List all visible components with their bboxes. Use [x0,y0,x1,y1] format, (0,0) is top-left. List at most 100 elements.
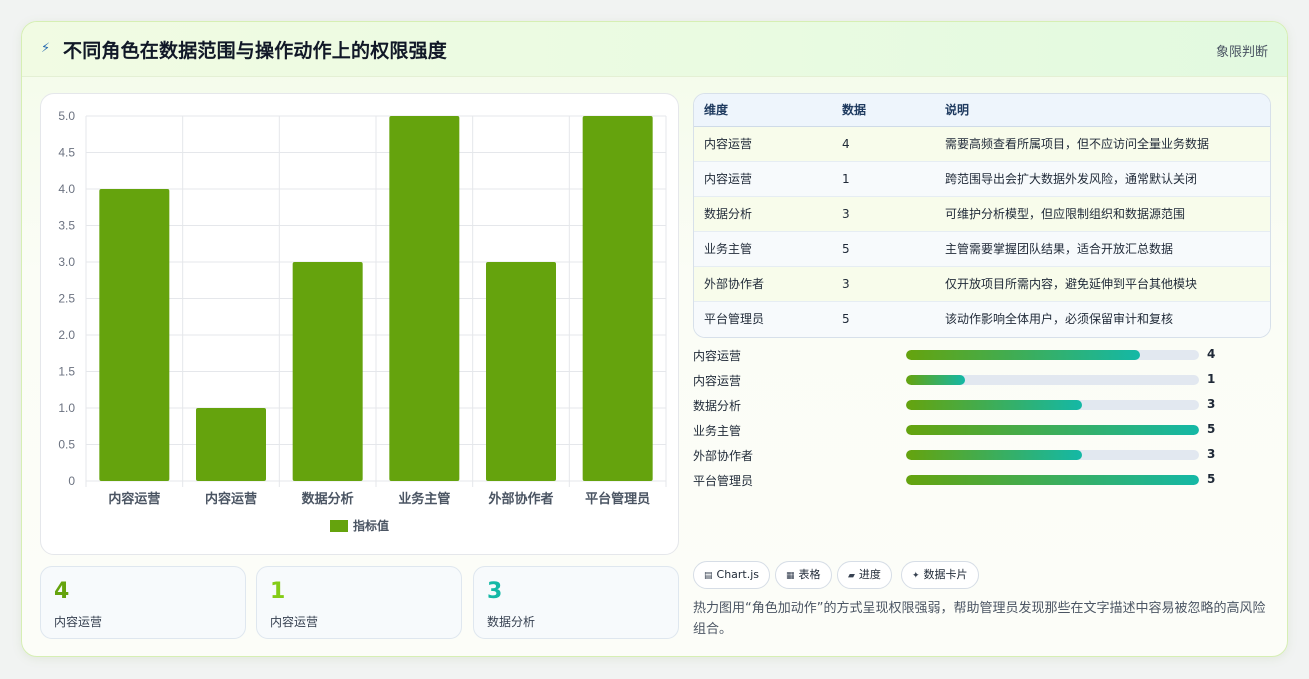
progress-track [906,475,1199,485]
x-tick-label: 数据分析 [302,491,354,506]
table-cell: 可维护分析模型，但应限制组织和数据源范围 [945,207,1186,221]
kpi-label: 数据分析 [487,615,536,629]
x-tick-label: 业务主管 [398,491,450,506]
chip-table[interactable]: ▦ 表格 [775,561,832,589]
table-row: 平台管理员 5 该动作影响全体用户，必须保留审计和复核 [694,302,1270,337]
y-tick-label: 4.5 [58,146,75,160]
progress-label: 业务主管 [693,424,742,438]
table-cell: 跨范围导出会扩大数据外发风险，通常默认关闭 [945,172,1198,186]
bar [486,262,556,481]
progress-row: 外部协作者 3 [693,445,1271,465]
y-tick-label: 1.5 [58,365,75,379]
sparkle-icon: ✦ [912,571,920,581]
y-tick-label: 3.5 [58,219,75,233]
chip-label: 表格 [798,568,821,581]
progress-value: 5 [1207,472,1216,486]
table-cell: 3 [842,277,850,291]
table-cell: 仅开放项目所需内容，避免延伸到平台其他模块 [945,277,1198,291]
table-header-cell: 维度 [704,103,729,117]
bolt-icon: ⚡ [41,41,51,56]
progress-track [906,375,1199,385]
table-header-cell: 说明 [945,103,970,117]
kpi-value: 4 [54,579,70,604]
table-cell: 1 [842,172,850,186]
progress-row: 数据分析 3 [693,395,1271,415]
progress-value: 5 [1207,422,1216,436]
progress-fill [906,350,1141,360]
kpi-value: 1 [270,579,286,604]
bar [292,262,363,481]
table-cell: 4 [842,137,850,151]
main-card: ⚡ 不同角色在数据范围与操作动作上的权限强度 象限判断 0 0.5 1.0 1.5 2.… [21,21,1288,657]
table-row: 外部协作者 3 仅开放项目所需内容，避免延伸到平台其他模块 [694,267,1270,302]
bar [582,116,653,481]
chart-icon: ▤ [704,571,713,581]
page-title: 不同角色在数据范围与操作动作上的权限强度 [63,40,448,62]
card-header: ⚡ 不同角色在数据范围与操作动作上的权限强度 象限判断 [22,22,1287,77]
table-cell: 5 [842,242,850,256]
progress-label: 数据分析 [693,399,742,413]
progress-icon: ▰ [848,571,855,581]
table-cell: 5 [842,312,850,326]
x-tick-label: 内容运营 [108,491,160,506]
progress-row: 业务主管 5 [693,420,1271,440]
legend-swatch [330,520,348,532]
kpi-card: 4 内容运营 [40,566,246,639]
y-tick-label: 0 [68,474,75,488]
kpi-card: 3 数据分析 [473,566,679,639]
bar [99,189,170,481]
progress-value: 3 [1207,447,1216,461]
kpi-card: 1 内容运营 [256,566,462,639]
table-cell: 需要高频查看所属项目，但不应访问全量业务数据 [945,137,1210,151]
progress-row: 平台管理员 5 [693,470,1271,490]
y-tick-label: 5.0 [58,109,75,123]
chip-chartjs[interactable]: ▤ Chart.js [693,561,771,589]
chip-data-card[interactable]: ✦ 数据卡片 [901,561,979,589]
x-tick-label: 内容运营 [205,491,257,506]
progress-label: 外部协作者 [693,449,754,463]
progress-fill [906,450,1082,460]
kpi-value: 3 [487,579,503,604]
table-row: 内容运营 4 需要高频查看所属项目，但不应访问全量业务数据 [694,127,1270,162]
table-cell: 内容运营 [704,172,753,186]
kpi-label: 内容运营 [54,615,103,629]
table-row: 内容运营 1 跨范围导出会扩大数据外发风险，通常默认关闭 [694,162,1270,197]
bar-chart: 0 0.5 1.0 1.5 2.0 2.5 3.0 3.5 4.0 4.5 5.0 内容运营 内容运营 数… [58,109,667,533]
progress-value: 3 [1207,397,1216,411]
bar [389,116,460,481]
table-cell: 3 [842,207,850,221]
chip-label: Chart.js [716,568,760,581]
progress-fill [906,475,1199,485]
progress-value: 1 [1207,372,1216,386]
table-cell: 主管需要掌握团队结果，适合开放汇总数据 [945,242,1174,256]
progress-fill [906,425,1199,435]
progress-track [906,350,1199,360]
y-tick-label: 2.5 [58,292,75,306]
progress-fill [906,375,965,385]
kpi-label: 内容运营 [270,615,319,629]
y-tick-label: 0.5 [58,438,75,452]
table-header-row: 维度 数据 说明 [694,94,1270,127]
progress-row: 内容运营 4 [693,345,1271,365]
x-tick-label: 外部协作者 [487,491,553,506]
progress-track [906,450,1199,460]
progress-fill [906,400,1082,410]
y-tick-label: 1.0 [58,401,75,415]
table-cell: 平台管理员 [704,312,765,326]
progress-label: 平台管理员 [693,474,754,488]
data-table: 维度 数据 说明 内容运营 4 需要高频查看所属项目，但不应访问全量业务数据 内… [693,93,1271,338]
progress-value: 4 [1207,347,1216,361]
progress-label: 内容运营 [693,374,742,388]
bar-chart-panel: 0 0.5 1.0 1.5 2.0 2.5 3.0 3.5 4.0 4.5 5.0 内容运营 内容运营 数… [40,93,679,555]
progress-label: 内容运营 [693,349,742,363]
table-cell: 数据分析 [704,207,753,221]
table-header-cell: 数据 [842,103,867,117]
table-row: 业务主管 5 主管需要掌握团队结果，适合开放汇总数据 [694,232,1270,267]
table-cell: 业务主管 [704,242,753,256]
table-cell: 该动作影响全体用户，必须保留审计和复核 [945,312,1174,326]
legend-label: 指标值 [353,518,389,533]
progress-row: 内容运营 1 [693,370,1271,390]
chip-progress[interactable]: ▰ 进度 [837,561,892,589]
y-tick-label: 4.0 [58,182,75,196]
progress-track [906,425,1199,435]
